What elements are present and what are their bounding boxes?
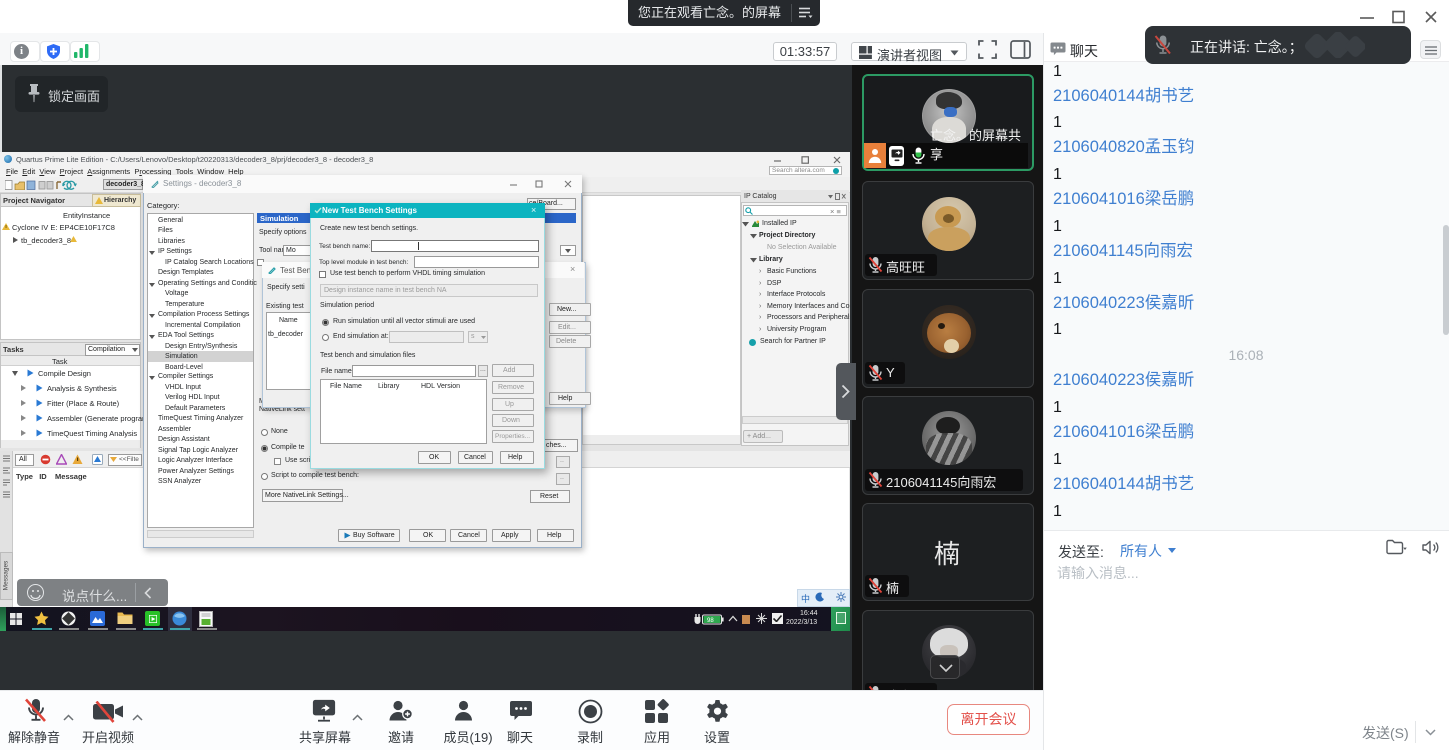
svg-text:98: 98: [707, 618, 714, 624]
